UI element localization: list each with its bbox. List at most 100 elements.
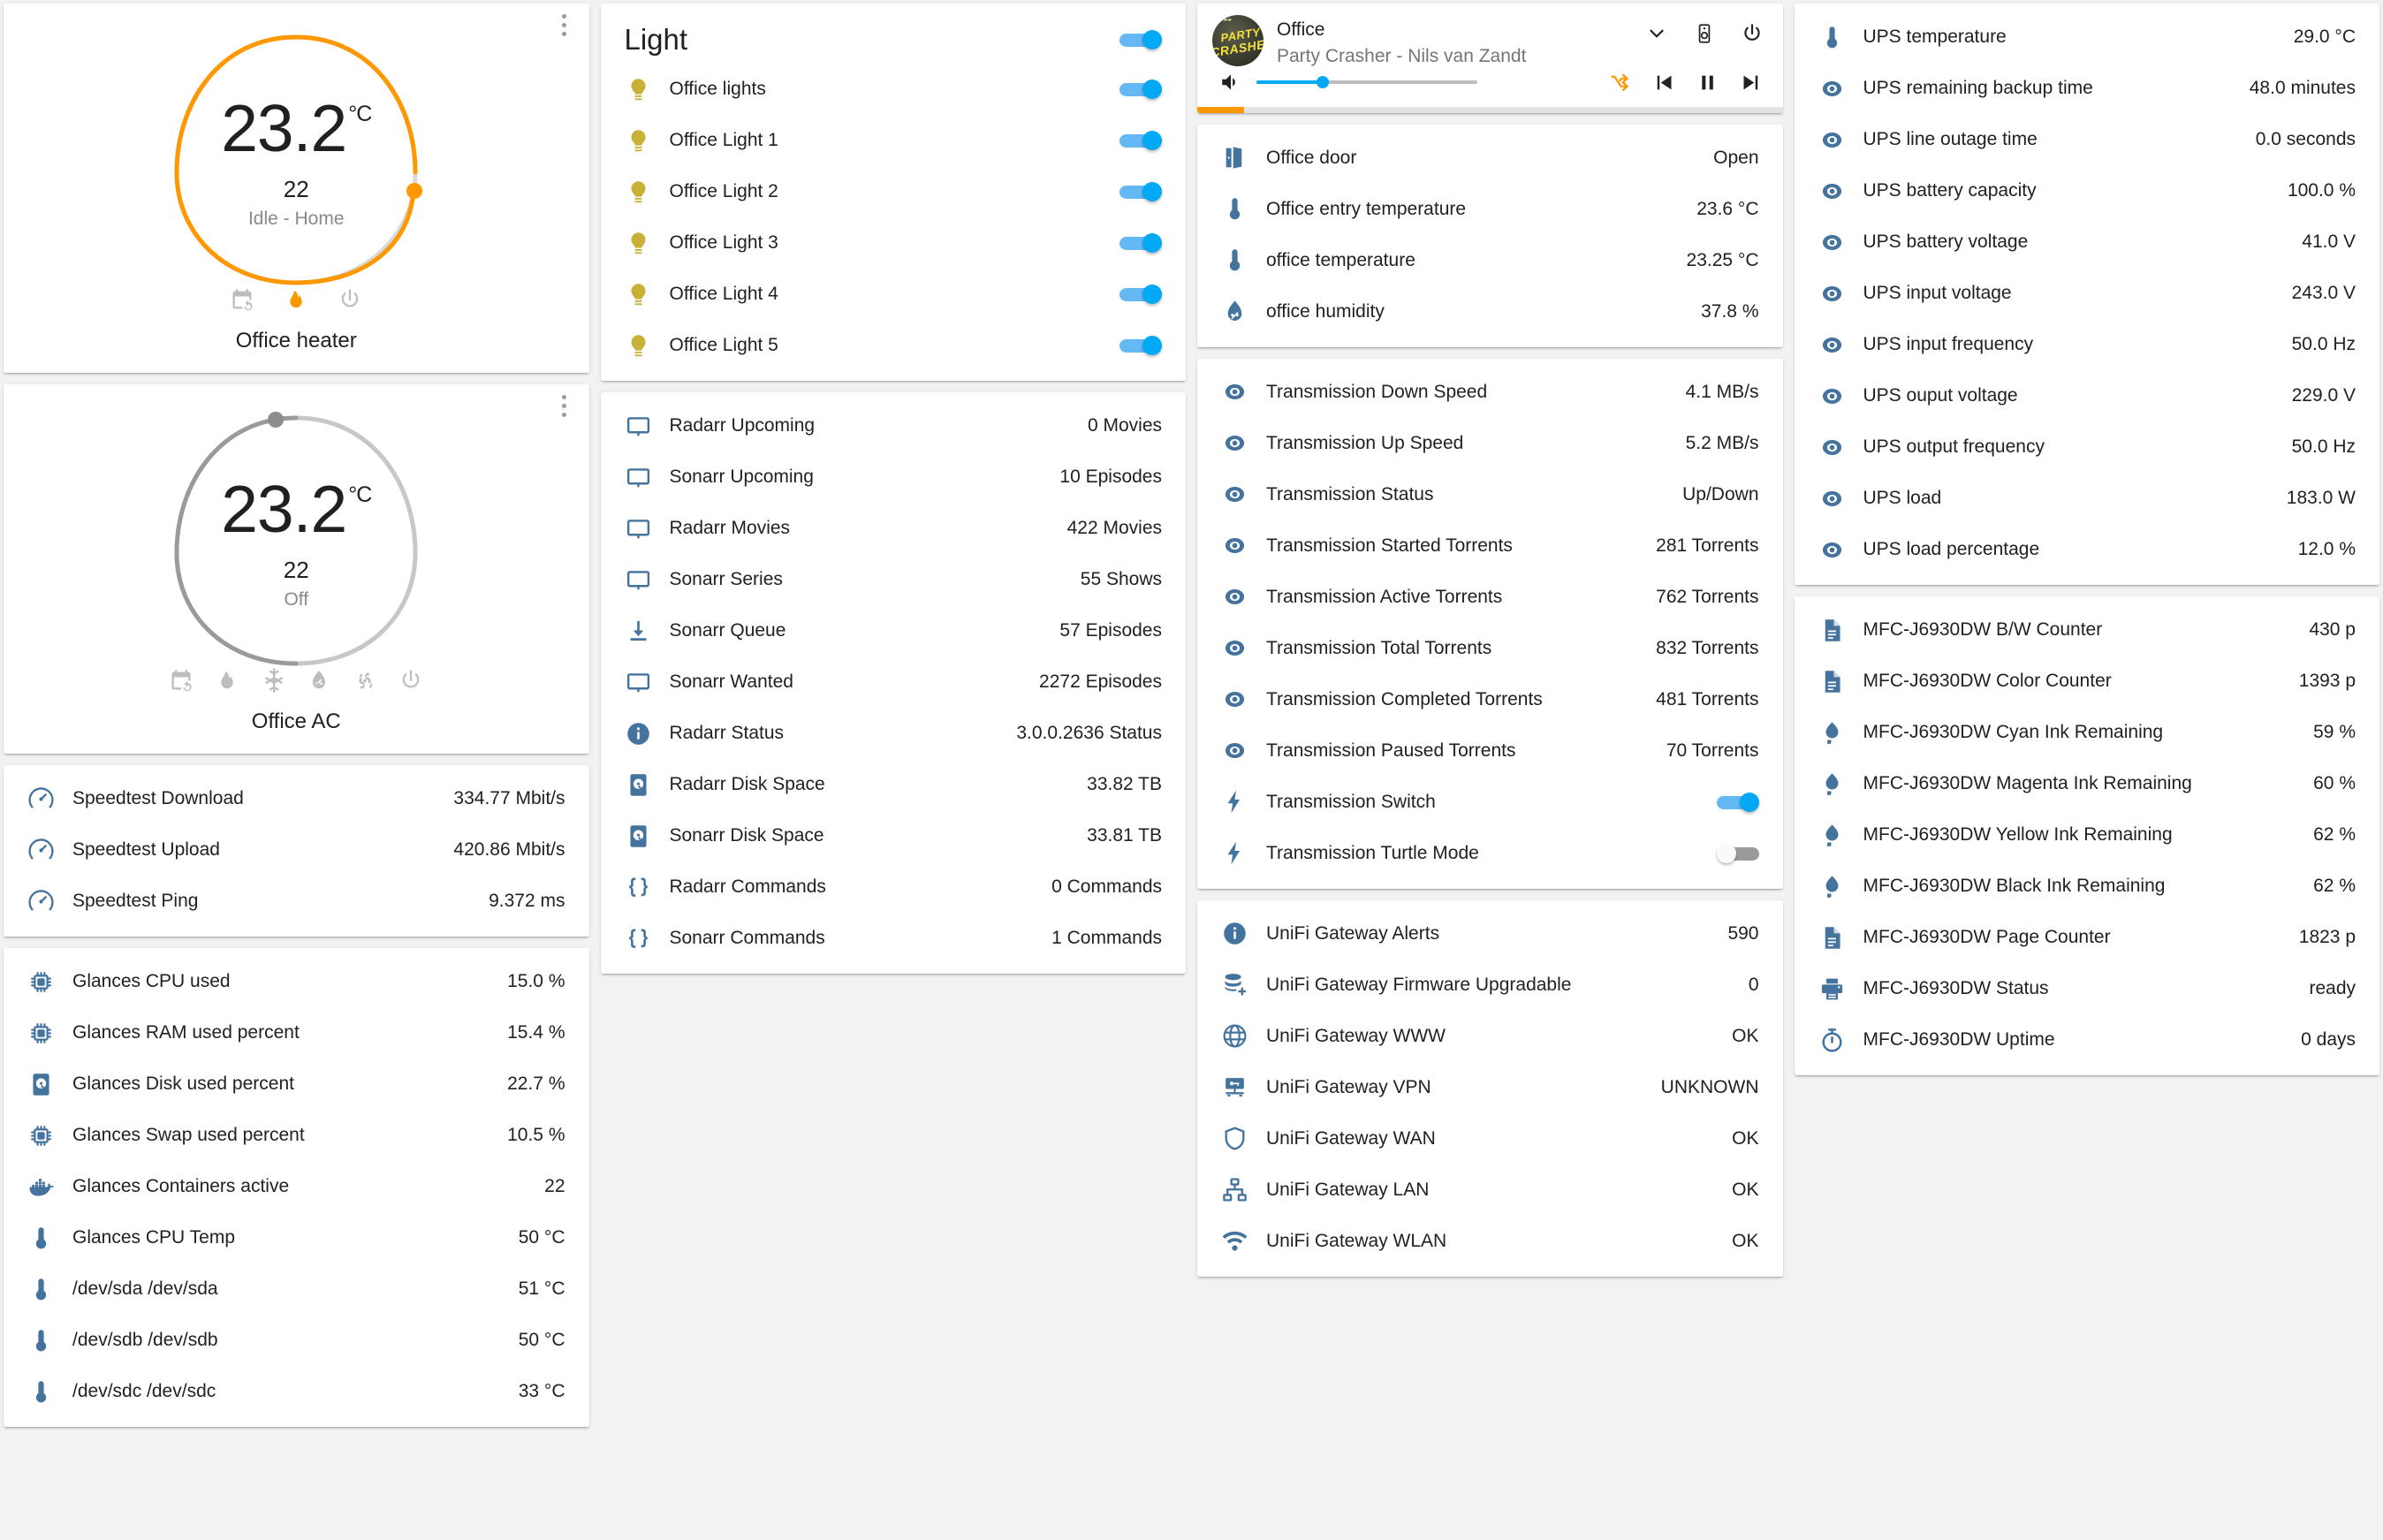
thermometer-icon[interactable] — [1818, 24, 1856, 51]
monitor-icon[interactable] — [625, 413, 662, 440]
file-document-icon[interactable] — [1818, 924, 1856, 952]
entity-row[interactable]: Office door Open — [1197, 133, 1783, 184]
entity-row[interactable]: MFC-J6930DW Magenta Ink Remaining 60 % — [1795, 758, 2380, 809]
entity-toggle[interactable] — [1119, 131, 1162, 150]
entity-row[interactable]: Transmission Status Up/Down — [1197, 469, 1783, 520]
entity-row[interactable]: Transmission Switch — [1197, 777, 1783, 828]
eye-icon[interactable] — [1818, 331, 1856, 359]
monitor-icon[interactable] — [625, 669, 662, 696]
chip-icon[interactable] — [27, 1122, 65, 1149]
entity-row[interactable]: UPS temperature 29.0 °C — [1795, 11, 2380, 63]
thermostat-dial[interactable]: 23.2 °C 22 Idle - Home — [150, 18, 442, 309]
lightbulb-icon[interactable] — [625, 76, 662, 103]
entity-row[interactable]: Transmission Paused Torrents 70 Torrents — [1197, 725, 1783, 777]
eye-icon[interactable] — [1818, 178, 1856, 205]
entity-toggle[interactable] — [1716, 843, 1759, 863]
entity-row[interactable]: Glances Containers active 22 — [4, 1161, 589, 1212]
thermometer-icon[interactable] — [27, 1276, 65, 1303]
entity-row[interactable]: Sonarr Wanted 2272 Episodes — [601, 656, 1187, 708]
humidity-icon[interactable] — [1221, 298, 1258, 325]
harddisk-icon[interactable] — [625, 823, 662, 850]
entity-row[interactable]: Transmission Turtle Mode — [1197, 828, 1783, 879]
eye-icon[interactable] — [1818, 383, 1856, 410]
printer-icon[interactable] — [1818, 975, 1856, 1003]
entity-row[interactable]: Transmission Completed Torrents 481 Torre… — [1197, 674, 1783, 725]
thermometer-icon[interactable] — [27, 1378, 65, 1406]
card-overflow-menu-button[interactable] — [561, 14, 566, 36]
entity-row[interactable]: /dev/sdb /dev/sdb 50 °C — [4, 1315, 589, 1366]
entity-row[interactable]: Glances CPU used 15.0 % — [4, 956, 589, 1007]
entity-row[interactable]: /dev/sdc /dev/sdc 33 °C — [4, 1366, 589, 1417]
lightbulb-icon[interactable] — [625, 332, 662, 360]
volume-high-icon[interactable] — [1219, 71, 1242, 94]
entity-row[interactable]: Sonarr Commands 1 Commands — [601, 913, 1187, 964]
entity-row[interactable]: UPS input voltage 243.0 V — [1795, 268, 2380, 319]
entity-row[interactable]: Glances RAM used percent 15.4 % — [4, 1007, 589, 1058]
entity-row[interactable]: UPS input frequency 50.0 Hz — [1795, 319, 2380, 370]
entity-toggle[interactable] — [1119, 284, 1162, 304]
file-document-icon[interactable] — [1818, 668, 1856, 695]
entity-row[interactable]: Radarr Disk Space 33.82 TB — [601, 759, 1187, 810]
eye-icon[interactable] — [1818, 485, 1856, 512]
entity-row[interactable]: MFC-J6930DW Cyan Ink Remaining 59 % — [1795, 707, 2380, 758]
chevron-down-icon[interactable] — [1645, 22, 1668, 45]
eye-icon[interactable] — [1221, 378, 1258, 406]
entity-row[interactable]: MFC-J6930DW Uptime 0 days — [1795, 1014, 2380, 1066]
entity-row[interactable]: MFC-J6930DW B/W Counter 430 p — [1795, 604, 2380, 656]
thermometer-icon[interactable] — [1221, 247, 1258, 274]
water-icon[interactable] — [1818, 770, 1856, 798]
database-plus-icon[interactable] — [1221, 971, 1258, 998]
eye-icon[interactable] — [1221, 583, 1258, 611]
eye-icon[interactable] — [1818, 75, 1856, 102]
entity-row[interactable]: UPS ouput voltage 229.0 V — [1795, 370, 2380, 421]
entity-row[interactable]: Office lights — [601, 64, 1187, 115]
entity-row[interactable]: MFC-J6930DW Black Ink Remaining 62 % — [1795, 861, 2380, 912]
thermostat-dial[interactable]: 23.2 °C 22 Off — [150, 398, 442, 690]
lightbulb-icon[interactable] — [625, 178, 662, 206]
entity-row[interactable]: UPS load 183.0 W — [1795, 473, 2380, 524]
monitor-icon[interactable] — [625, 515, 662, 542]
eye-icon[interactable] — [1818, 229, 1856, 256]
card-overflow-menu-button[interactable] — [561, 395, 566, 417]
entity-toggle[interactable] — [1716, 792, 1759, 812]
entity-row[interactable]: Speedtest Download 334.77 Mbit/s — [4, 773, 589, 824]
entity-row[interactable]: Transmission Down Speed 4.1 MB/s — [1197, 367, 1783, 418]
speedometer-icon[interactable] — [27, 785, 65, 813]
shuffle-icon[interactable] — [1607, 71, 1631, 95]
eye-icon[interactable] — [1221, 737, 1258, 764]
speedometer-icon[interactable] — [27, 837, 65, 864]
entity-toggle[interactable] — [1119, 233, 1162, 253]
entity-row[interactable]: Sonarr Disk Space 33.81 TB — [601, 810, 1187, 861]
power-icon[interactable] — [1741, 22, 1764, 45]
water-icon[interactable] — [1818, 873, 1856, 900]
globe-icon[interactable] — [1221, 1022, 1258, 1050]
entity-row[interactable]: Office Light 2 — [601, 166, 1187, 217]
harddisk-icon[interactable] — [625, 771, 662, 799]
entity-toggle[interactable] — [1119, 182, 1162, 201]
entity-row[interactable]: MFC-J6930DW Page Counter 1823 p — [1795, 912, 2380, 963]
file-document-icon[interactable] — [1818, 617, 1856, 644]
water-icon[interactable] — [1818, 719, 1856, 747]
eye-icon[interactable] — [1818, 280, 1856, 307]
entity-row[interactable]: Office Light 5 — [601, 320, 1187, 371]
entity-toggle[interactable] — [1119, 80, 1162, 99]
monitor-icon[interactable] — [625, 464, 662, 491]
entity-row[interactable]: office humidity 37.8 % — [1197, 286, 1783, 338]
eye-icon[interactable] — [1221, 532, 1258, 559]
entity-row[interactable]: UniFi Gateway WWW OK — [1197, 1011, 1783, 1062]
entity-row[interactable]: Transmission Active Torrents 762 Torrents — [1197, 572, 1783, 623]
monitor-icon[interactable] — [625, 566, 662, 594]
thermometer-icon[interactable] — [27, 1327, 65, 1354]
entity-row[interactable]: Transmission Total Torrents 832 Torrents — [1197, 623, 1783, 674]
timer-icon[interactable] — [1818, 1027, 1856, 1054]
entity-row[interactable]: UPS line outage time 0.0 seconds — [1795, 114, 2380, 165]
entity-row[interactable]: UPS battery capacity 100.0 % — [1795, 165, 2380, 216]
entity-row[interactable]: UPS remaining backup time 48.0 minutes — [1795, 63, 2380, 114]
chip-icon[interactable] — [27, 1020, 65, 1047]
entity-row[interactable]: Glances CPU Temp 50 °C — [4, 1212, 589, 1263]
eye-icon[interactable] — [1818, 126, 1856, 154]
wifi-icon[interactable] — [1221, 1227, 1258, 1255]
entity-row[interactable]: Radarr Commands 0 Commands — [601, 861, 1187, 913]
flash-icon[interactable] — [1221, 839, 1258, 867]
entity-row[interactable]: Sonarr Series 55 Shows — [601, 554, 1187, 605]
